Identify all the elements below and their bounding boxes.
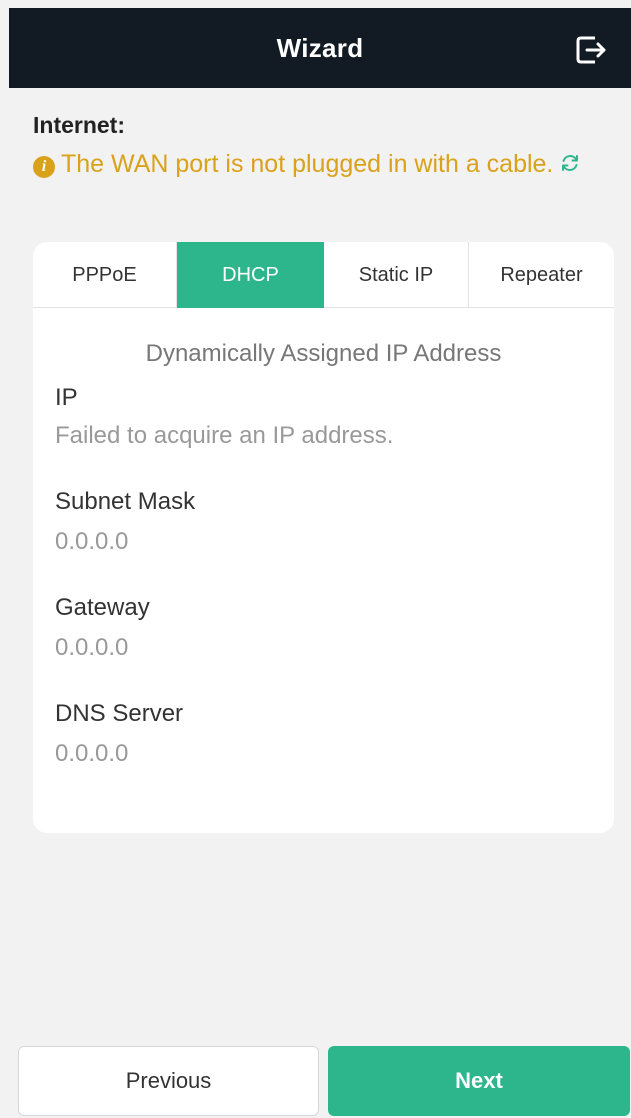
refresh-icon[interactable]	[559, 152, 581, 174]
gateway-label: Gateway	[55, 594, 150, 621]
next-button[interactable]: Next	[328, 1046, 630, 1116]
ip-field: IP Failed to acquire an IP address.	[55, 384, 592, 450]
dns-server-field: DNS Server 0.0.0.0	[55, 700, 592, 768]
dhcp-panel: Dynamically Assigned IP Address IP Faile…	[33, 340, 614, 768]
dhcp-heading: Dynamically Assigned IP Address	[145, 340, 502, 367]
subnet-mask-label: Subnet Mask	[55, 488, 196, 515]
tab-dhcp[interactable]: DHCP	[177, 242, 324, 308]
ip-label: IP	[55, 384, 78, 411]
tab-static-ip[interactable]: Static IP	[324, 242, 469, 308]
wan-warning: i The WAN port is not plugged in with a c…	[33, 145, 613, 183]
internet-status: Internet: i The WAN port is not plugged i…	[33, 112, 613, 183]
gateway-value: 0.0.0.0	[55, 634, 129, 661]
top-bar: Wizard	[9, 8, 631, 88]
internet-label: Internet:	[33, 112, 125, 138]
connection-card: PPPoE DHCP Static IP Repeater Dynamicall…	[33, 242, 614, 833]
info-icon: i	[33, 156, 55, 178]
wan-warning-text: The WAN port is not plugged in with a ca…	[61, 150, 554, 178]
subnet-mask-value: 0.0.0.0	[55, 528, 129, 555]
ip-value: Failed to acquire an IP address.	[55, 422, 394, 449]
gateway-field: Gateway 0.0.0.0	[55, 594, 592, 662]
previous-button[interactable]: Previous	[18, 1046, 319, 1116]
logout-icon[interactable]	[573, 32, 609, 68]
connection-tabs: PPPoE DHCP Static IP Repeater	[33, 242, 614, 308]
subnet-mask-field: Subnet Mask 0.0.0.0	[55, 488, 592, 556]
dns-server-label: DNS Server	[55, 700, 184, 727]
dns-server-value: 0.0.0.0	[55, 740, 129, 767]
tab-pppoe[interactable]: PPPoE	[33, 242, 177, 308]
page-title: Wizard	[276, 32, 364, 63]
tab-repeater[interactable]: Repeater	[469, 242, 614, 308]
